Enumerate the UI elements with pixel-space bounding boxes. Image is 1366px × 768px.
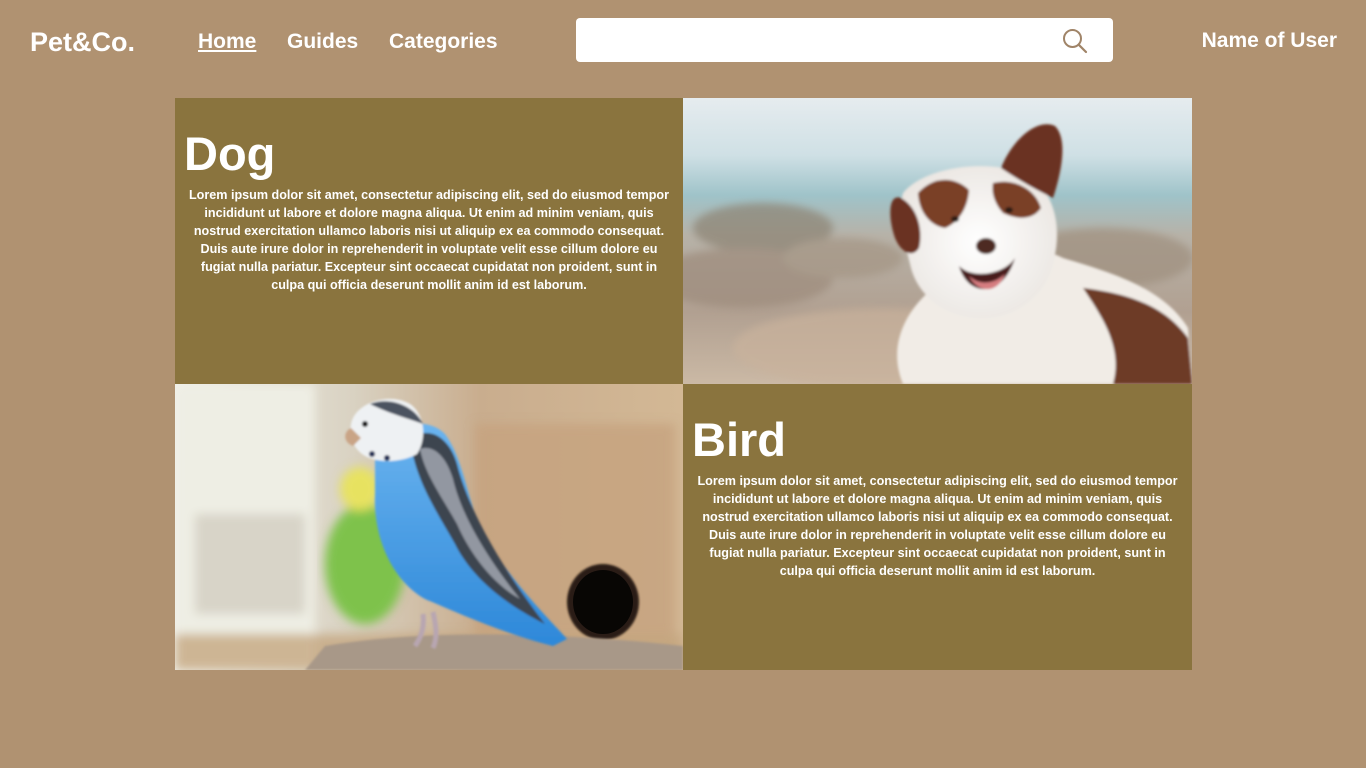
card-description: Lorem ipsum dolor sit amet, consectetur … [697, 474, 1178, 578]
top-navigation-bar: Pet&Co. Home Guides Categories Name of U… [0, 0, 1366, 84]
search-icon[interactable] [1062, 28, 1088, 54]
search-input[interactable] [588, 24, 1052, 58]
nav-link-guides[interactable]: Guides [287, 29, 358, 55]
dog-photo [683, 98, 1192, 384]
nav-link-categories[interactable]: Categories [389, 29, 498, 55]
bird-card[interactable]: Bird Lorem ipsum dolor sit amet, consect… [683, 384, 1192, 670]
card-description: Lorem ipsum dolor sit amet, consectetur … [188, 188, 670, 292]
site-logo[interactable]: Pet&Co. [30, 26, 135, 58]
user-name-link[interactable]: Name of User [1202, 28, 1337, 54]
nav-link-home[interactable]: Home [198, 29, 256, 55]
card-title: Bird [692, 413, 786, 466]
card-title: Dog [184, 127, 276, 180]
bird-photo [175, 384, 683, 670]
search-bar [576, 18, 1113, 62]
category-grid: Dog Lorem ipsum dolor sit amet, consecte… [175, 98, 1192, 670]
dog-card[interactable]: Dog Lorem ipsum dolor sit amet, consecte… [175, 98, 683, 384]
